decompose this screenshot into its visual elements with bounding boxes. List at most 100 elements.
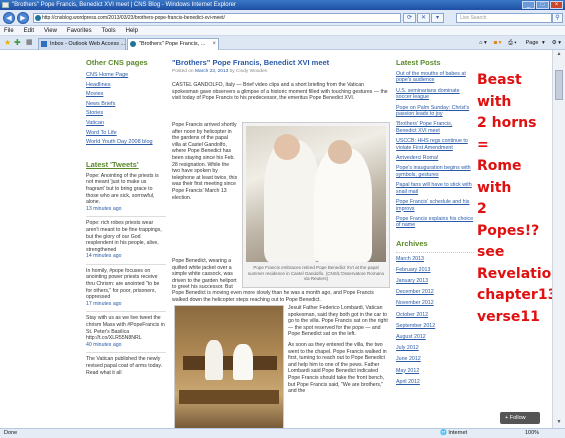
home-icon[interactable]: ⌂ ▾ — [477, 38, 489, 48]
tweets-heading: Latest 'Tweets' — [86, 159, 139, 169]
maximize-button[interactable]: □ — [536, 1, 549, 9]
minimize-button[interactable]: _ — [522, 1, 535, 9]
latest-post-link[interactable]: 'Brothers' Pope Francis, Benedict XVI me… — [396, 121, 474, 134]
forward-icon[interactable]: ▶ — [17, 12, 29, 24]
latest-post-link[interactable]: USCCB: HHS regs continue to violate Firs… — [396, 138, 474, 151]
tweet-time-link[interactable]: 40 minutes ago — [86, 342, 166, 349]
feeds-icon[interactable]: ◙ ▾ — [492, 38, 504, 48]
post-date-link[interactable]: March 23, 2013 — [195, 69, 228, 74]
post-title[interactable]: "Brothers" Pope Francis, Benedict XVI me… — [172, 58, 390, 67]
favorites-star-icon[interactable]: ★ — [4, 38, 11, 48]
archive-link[interactable]: May 2012 — [396, 368, 474, 375]
window-controls: _ □ × — [522, 1, 563, 9]
menu-help[interactable]: Help — [126, 26, 138, 35]
archive-link[interactable]: July 2012 — [396, 345, 474, 352]
divider — [86, 311, 166, 313]
archive-link[interactable]: June 2012 — [396, 356, 474, 363]
latest-post-link[interactable]: Pope Francis explains his choice of name — [396, 216, 474, 229]
latest-posts-heading: Latest Posts — [396, 58, 441, 67]
right-sidebar: Latest Posts Out of the mouths of babes … — [396, 50, 474, 390]
sidebar-link-stories[interactable]: Stories — [86, 109, 166, 119]
print-icon[interactable]: ⎙ ▾ — [506, 38, 518, 48]
post-meta: Posted on March 23, 2013 by Cindy Wooden — [172, 69, 268, 74]
photo-caption: Pope Francis embraces retired Pope Bened… — [247, 265, 385, 282]
ie-app-icon — [2, 2, 9, 8]
back-icon[interactable]: ◀ — [3, 12, 15, 24]
tab-cns-blog[interactable]: "Brothers" Pope Francis, ... × — [127, 38, 219, 50]
latest-post-link[interactable]: Out of the mouths of babes at pope's aud… — [396, 71, 474, 84]
security-zone: 🌐 Internet — [440, 430, 468, 436]
tweet-time-link[interactable]: 17 minutes ago — [86, 301, 166, 308]
archive-link[interactable]: October 2012 — [396, 312, 474, 319]
search-input[interactable]: Live Search — [456, 13, 552, 23]
sidebar-link-movies[interactable]: Movies — [86, 90, 166, 100]
dropdown-icon[interactable]: ▾ — [431, 13, 444, 23]
archive-link[interactable]: February 2013 — [396, 267, 474, 274]
latest-post-link[interactable]: U.S. seminarians dominate soccer league — [396, 88, 474, 101]
other-pages-heading: Other CNS pages — [86, 58, 148, 67]
scroll-up-icon[interactable]: ▲ — [555, 51, 563, 59]
left-sidebar: Other CNS pages CNS Home Page Headlines … — [86, 50, 166, 380]
tweet-time-link[interactable]: 14 minutes ago — [86, 253, 166, 260]
sidebar-link-wyd[interactable]: World Youth Day 2008 blog — [86, 138, 166, 148]
tools-gear-icon[interactable]: ⚙ ▾ — [550, 38, 563, 48]
add-favorites-icon[interactable]: ✚ — [14, 38, 21, 48]
post-right-text: Jesuit Father Federico Lombardi, Vatican… — [288, 305, 390, 395]
tab-grid-icon[interactable]: ▦ — [26, 38, 33, 48]
archive-link[interactable]: April 2012 — [396, 379, 474, 386]
divider — [86, 352, 166, 354]
post-paragraph: Jesuit Father Federico Lombardi, Vatican… — [288, 305, 388, 338]
archive-link[interactable]: December 2012 — [396, 289, 474, 296]
latest-post-link[interactable]: Pope's inauguration begins with symbols,… — [396, 165, 474, 178]
scroll-down-icon[interactable]: ▼ — [555, 419, 563, 427]
stop-icon[interactable]: ✕ — [417, 13, 430, 23]
tweet-item: Pope: Anointing of the priests is not me… — [86, 173, 166, 213]
latest-post-link[interactable]: Papal fans will have to stick with snail… — [396, 182, 474, 195]
archive-link[interactable]: January 2013 — [396, 278, 474, 285]
post-photo-embrace[interactable]: Pope Francis embraces retired Pope Bened… — [242, 122, 390, 288]
vertical-scrollbar[interactable]: ▲ ▼ — [552, 50, 565, 428]
latest-post-link[interactable]: Pope on Palm Sunday: Christ's passion le… — [396, 105, 474, 118]
zoom-level[interactable]: 100% — [525, 429, 539, 438]
window-title: "Brothers" Pope Francis, Benedict XVI me… — [12, 2, 236, 8]
latest-post-link[interactable]: Pope Francis' schedule and his improvs — [396, 199, 474, 212]
search-icon[interactable]: ⚲ — [552, 13, 563, 23]
scroll-thumb[interactable] — [555, 70, 563, 100]
tab-bar: ★ ✚ ▦ Inbox - Outlook Web Access ... "Br… — [0, 36, 565, 50]
post-paragraph: CASTEL GANDOLFO, Italy — Brief video cli… — [172, 82, 388, 102]
post-column: "Brothers" Pope Francis, Benedict XVI me… — [172, 50, 390, 428]
archive-link[interactable]: September 2012 — [396, 323, 474, 330]
sidebar-link-home[interactable]: CNS Home Page — [86, 71, 166, 81]
menu-edit[interactable]: Edit — [24, 26, 34, 35]
tweet-item: Stay with us as we live tweet the chrism… — [86, 315, 166, 349]
post-photo-chapel[interactable] — [174, 305, 284, 428]
sidebar-link-news-briefs[interactable]: News Briefs — [86, 100, 166, 110]
menu-file[interactable]: File — [4, 26, 14, 35]
post-paragraph: As soon as they entered the villa, the t… — [288, 341, 387, 395]
sidebar-link-vatican[interactable]: Vatican — [86, 119, 166, 129]
divider — [86, 263, 166, 265]
archive-link[interactable]: August 2012 — [396, 334, 474, 341]
close-tab-icon[interactable]: × — [212, 39, 216, 49]
close-button[interactable]: × — [550, 1, 563, 9]
post-paragraph: Pope Benedict is moving even more slowly… — [172, 290, 374, 303]
archive-link[interactable]: March 2013 — [396, 256, 474, 263]
tweet-time-link[interactable]: 13 minutes ago — [86, 206, 166, 213]
menu-favorites[interactable]: Favorites — [67, 26, 92, 35]
red-annotation-text: Beast with 2 horns = Rome with 2 Popes!?… — [477, 72, 552, 325]
page-menu[interactable]: Page ▾ — [522, 38, 547, 48]
tab-outlook[interactable]: Inbox - Outlook Web Access ... — [38, 38, 126, 50]
sidebar-link-word-to-life[interactable]: Word To Life — [86, 129, 166, 139]
address-bar[interactable]: http://cnsblog.wordpress.com/2013/03/23/… — [33, 13, 401, 23]
latest-post-link[interactable]: Arrivederci Roma! — [396, 155, 474, 161]
outlook-icon — [41, 41, 47, 47]
refresh-icon[interactable]: ⟳ — [403, 13, 416, 23]
archive-link[interactable]: November 2012 — [396, 300, 474, 307]
menu-tools[interactable]: Tools — [102, 26, 116, 35]
menu-view[interactable]: View — [44, 26, 57, 35]
follow-button[interactable]: + Follow — [500, 412, 540, 424]
sidebar-link-headlines[interactable]: Headlines — [86, 81, 166, 91]
wordpress-icon — [130, 41, 136, 47]
tweet-item: The Vatican published the newly revised … — [86, 356, 163, 376]
command-bar: ⌂ ▾ ◙ ▾ ⎙ ▾ Page ▾ ⚙ ▾ — [477, 38, 563, 48]
